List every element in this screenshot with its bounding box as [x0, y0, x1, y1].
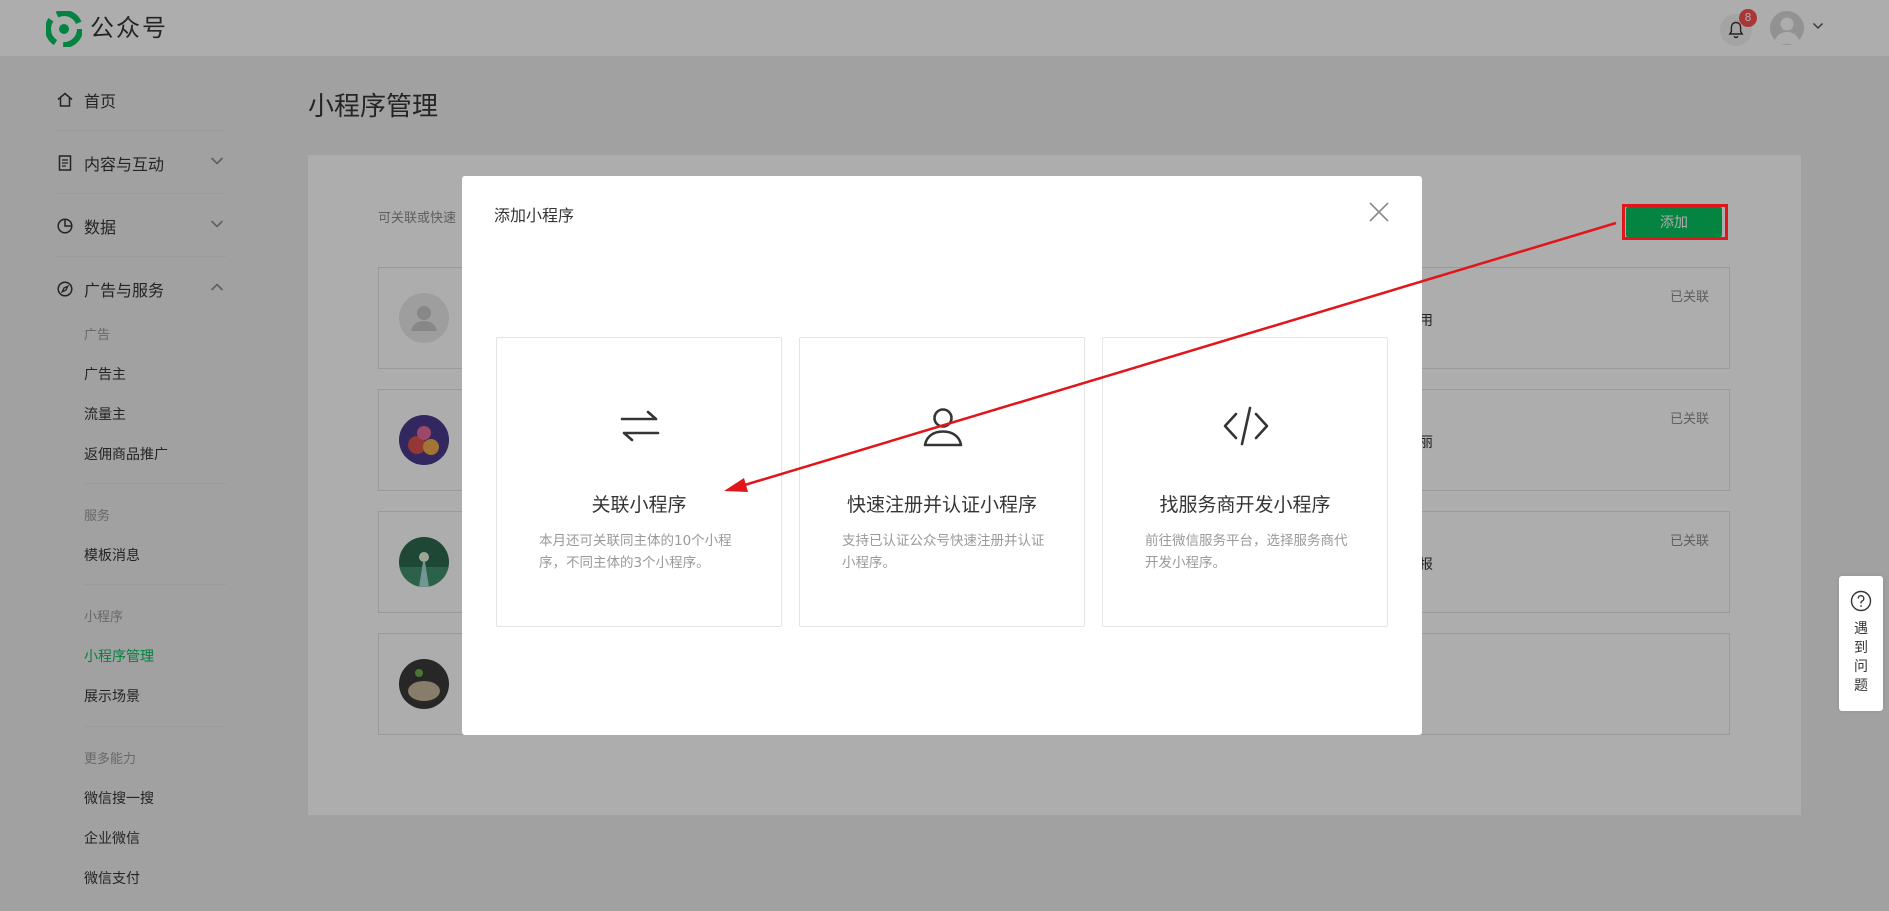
option-description: 本月还可关联同主体的10个小程序，不同主体的3个小程序。	[539, 533, 732, 571]
help-widget[interactable]: 遇到问题	[1839, 576, 1883, 711]
annotation-highlight-box	[1622, 204, 1728, 240]
option-title: 快速注册并认证小程序	[846, 494, 1037, 516]
option-quick-register[interactable]: 快速注册并认证小程序 支持已认证公众号快速注册并认证小程序。	[799, 337, 1085, 627]
option-title: 关联小程序	[591, 494, 687, 516]
close-icon[interactable]	[1367, 200, 1391, 224]
question-circle-icon	[1850, 590, 1872, 612]
page: 公众号 8 首页 内容与互动 数据 广告与服务 广告 广告主 流量主 返佣商品推…	[0, 0, 1889, 911]
option-description: 前往微信服务平台，选择服务商代开发小程序。	[1145, 533, 1348, 571]
add-miniprogram-dialog: 添加小程序 关联小程序 本月还可关联同主体的10个小程序，不同主体的3个小程序。…	[462, 176, 1422, 735]
option-link-miniprogram[interactable]: 关联小程序 本月还可关联同主体的10个小程序，不同主体的3个小程序。	[496, 337, 782, 627]
help-label: 遇到问题	[1854, 621, 1868, 694]
dialog-title: 添加小程序	[494, 206, 575, 225]
code-icon	[1223, 406, 1269, 446]
option-service-provider[interactable]: 找服务商开发小程序 前往微信服务平台，选择服务商代开发小程序。	[1102, 337, 1388, 627]
option-title: 找服务商开发小程序	[1159, 494, 1331, 516]
option-description: 支持已认证公众号快速注册并认证小程序。	[842, 533, 1045, 571]
person-icon	[923, 408, 963, 447]
link-arrows-icon	[620, 410, 660, 442]
